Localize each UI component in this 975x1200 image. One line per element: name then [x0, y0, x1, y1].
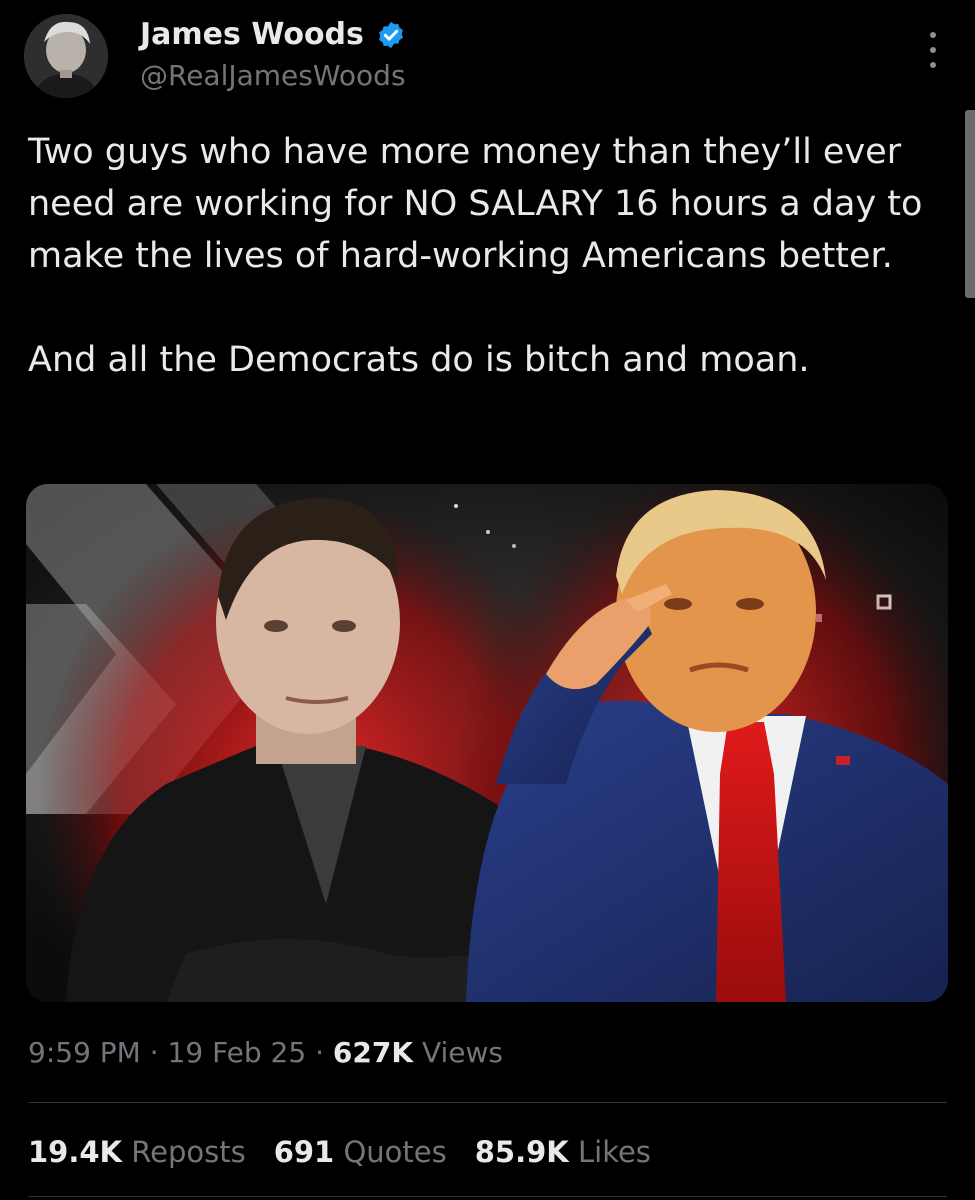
reposts-count: 19.4K: [28, 1135, 123, 1169]
tweet-paragraph: Two guys who have more money than they’l…: [28, 132, 923, 276]
more-dot: [930, 62, 936, 68]
meta-separator: ·: [149, 1036, 159, 1069]
likes-count: 85.9K: [474, 1135, 569, 1169]
tweet-media-image[interactable]: [26, 484, 948, 1002]
reposts-label: Reposts: [131, 1135, 246, 1169]
more-dot: [930, 32, 936, 38]
tweet-body: Two guys who have more money than they’l…: [28, 126, 928, 386]
reposts-stat[interactable]: 19.4K Reposts: [28, 1132, 246, 1172]
quotes-count: 691: [273, 1135, 335, 1169]
author-handle[interactable]: @RealJamesWoods: [140, 58, 406, 94]
views-count: 627K: [332, 1036, 414, 1069]
avatar[interactable]: [24, 14, 108, 98]
verified-badge-icon: [376, 20, 406, 50]
meta-separator: ·: [315, 1036, 324, 1069]
quotes-stat[interactable]: 691 Quotes: [274, 1132, 447, 1172]
engagement-stats: 19.4K Reposts 691 Quotes 85.9K Likes: [28, 1132, 651, 1172]
more-options-icon[interactable]: [918, 32, 948, 68]
views-label: Views: [421, 1036, 504, 1069]
divider: [28, 1196, 947, 1197]
tweet-paragraph: And all the Democrats do is bitch and mo…: [28, 340, 810, 380]
tweet-time[interactable]: 9:59 PM: [28, 1036, 141, 1069]
author-name-text[interactable]: James Woods: [140, 16, 364, 54]
divider: [28, 1102, 947, 1103]
scrollbar-thumb[interactable]: [965, 110, 975, 298]
likes-label: Likes: [577, 1135, 651, 1169]
tweet-date[interactable]: 19 Feb 25: [168, 1036, 307, 1069]
tweet-metadata: 9:59 PM · 19 Feb 25 · 627K Views: [28, 1034, 503, 1072]
quotes-label: Quotes: [343, 1135, 447, 1169]
more-dot: [930, 47, 936, 53]
likes-stat[interactable]: 85.9K Likes: [475, 1132, 651, 1172]
author-name[interactable]: James Woods: [140, 16, 406, 54]
